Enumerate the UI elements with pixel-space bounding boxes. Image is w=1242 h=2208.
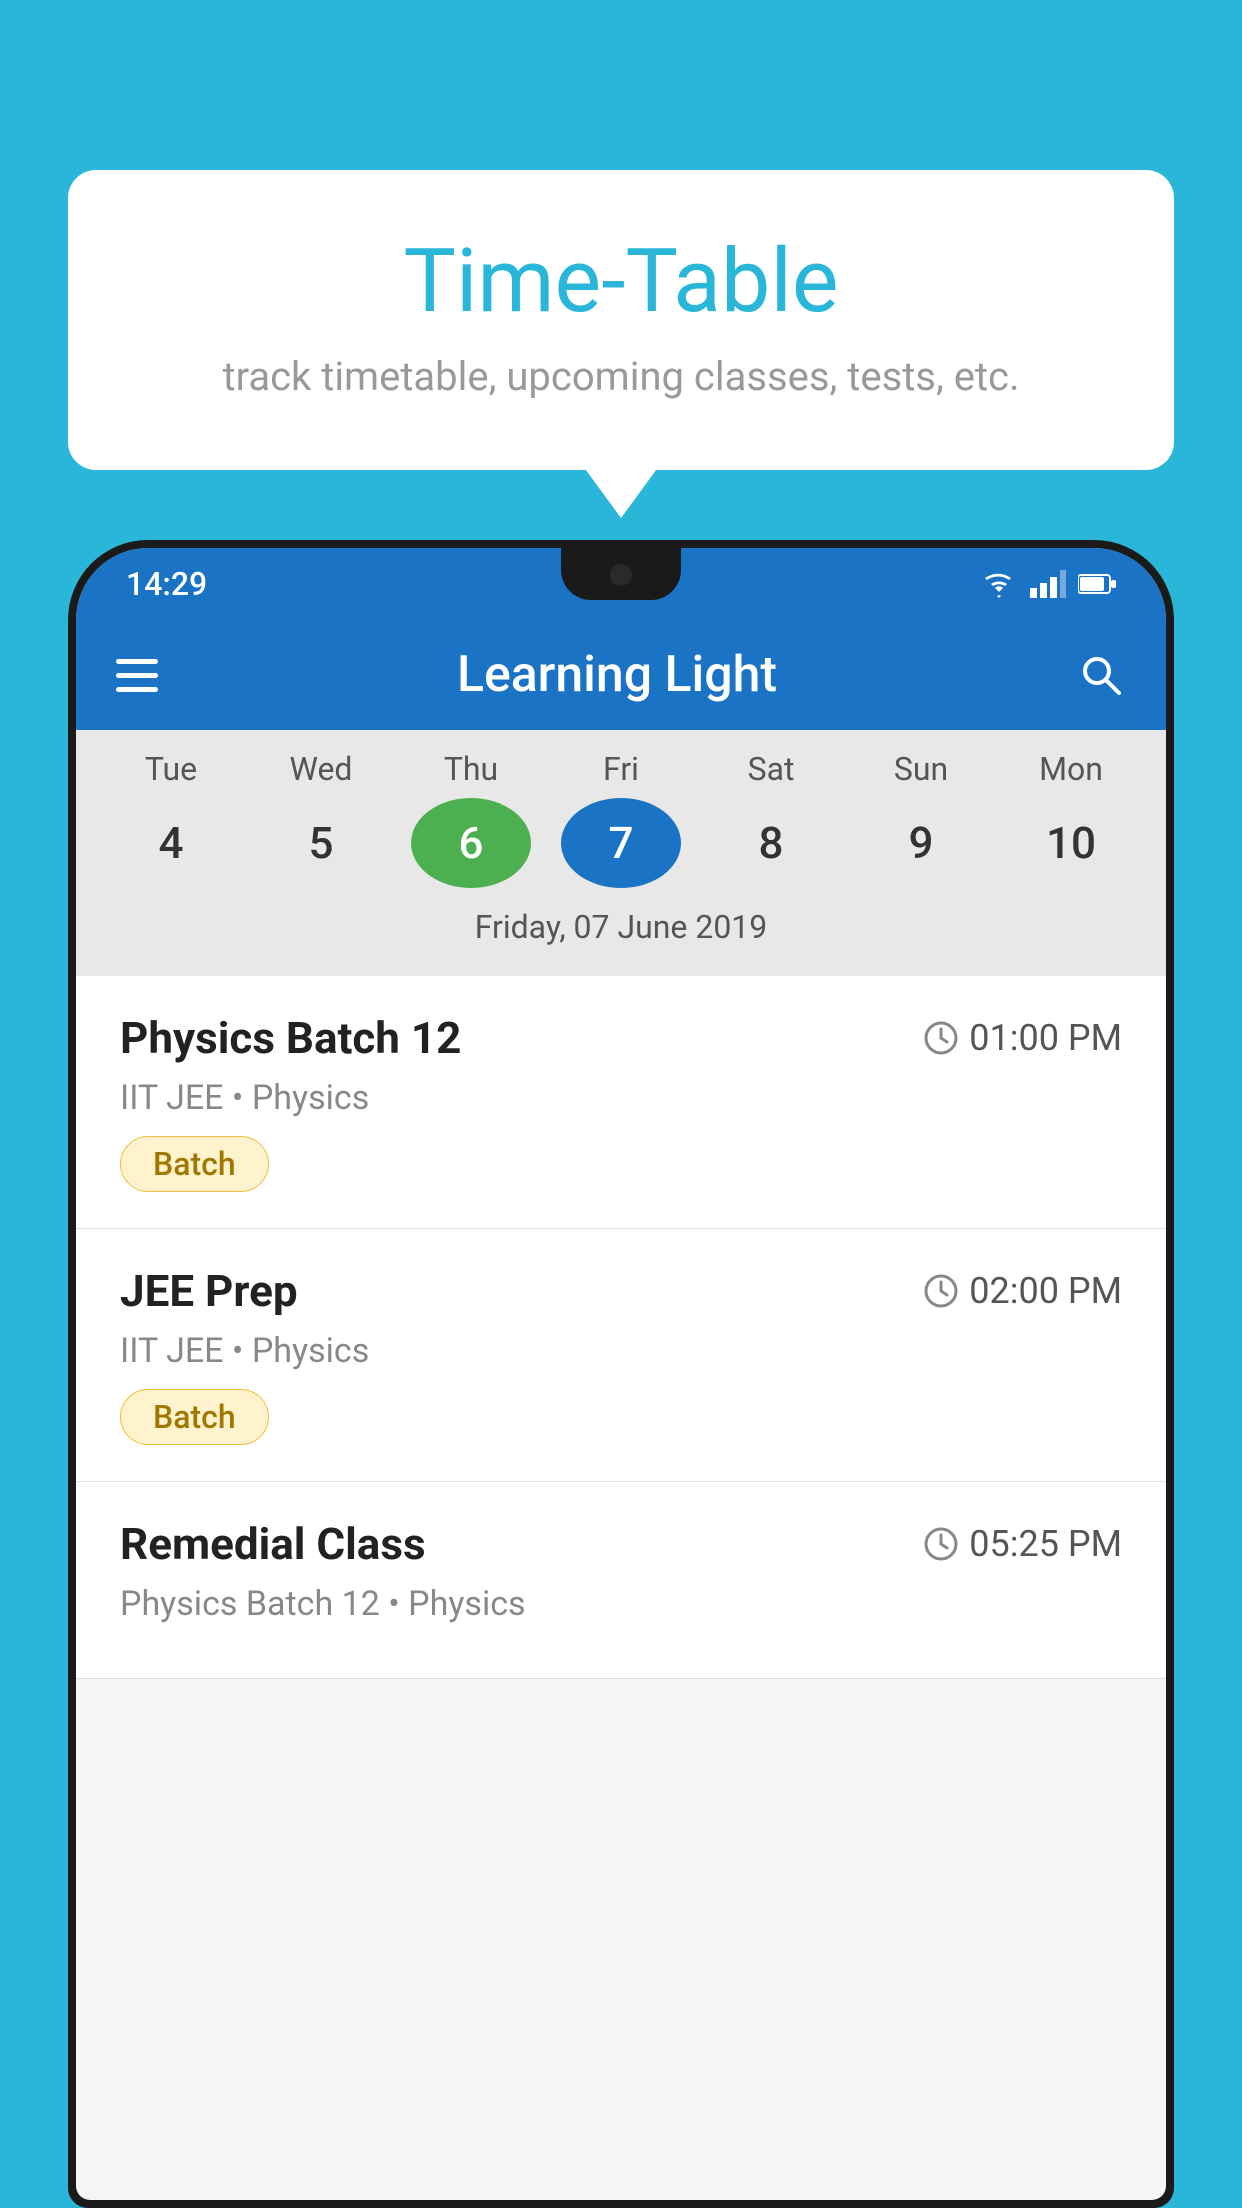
bubble-subtitle: track timetable, upcoming classes, tests…: [148, 353, 1094, 400]
status-icons: [980, 570, 1116, 598]
calendar-strip: Tue Wed Thu Fri Sat Sun Mon 456789 10 Friday, 0…: [76, 730, 1166, 976]
app-bar-title: Learning Light: [457, 646, 777, 704]
calendar-day-name: Sat: [711, 750, 831, 788]
calendar-day-number[interactable]: 4: [111, 798, 231, 888]
search-button[interactable]: [1076, 650, 1126, 700]
calendar-day-name: Fri: [561, 750, 681, 788]
speech-bubble-card: Time-Table track timetable, upcoming cla…: [68, 170, 1174, 470]
battery-icon: [1078, 573, 1116, 595]
schedule-item-subtitle: Physics Batch 12 • Physics: [120, 1584, 1122, 1624]
schedule-item-time: 01:00 PM: [923, 1017, 1122, 1059]
schedule-item-time: 02:00 PM: [923, 1270, 1122, 1312]
schedule-item-time: 05:25 PM: [923, 1523, 1122, 1565]
signal-icon: [1030, 570, 1066, 598]
calendar-day-number[interactable]: 5: [261, 798, 381, 888]
schedule-item-title: Remedial Class: [120, 1518, 426, 1570]
calendar-day-number[interactable]: 9: [861, 798, 981, 888]
phone-frame: 14:29: [68, 540, 1174, 2208]
hamburger-menu-icon[interactable]: [116, 659, 158, 692]
phone-inner: 14:29: [76, 548, 1166, 2200]
calendar-day-name: Thu: [411, 750, 531, 788]
schedule-item-header: JEE Prep 02:00 PM: [120, 1265, 1122, 1317]
selected-date-label: Friday, 07 June 2019: [76, 898, 1166, 966]
schedule-item-title: Physics Batch 12: [120, 1012, 461, 1064]
schedule-item-subtitle: IIT JEE • Physics: [120, 1331, 1122, 1371]
schedule-item-header: Remedial Class 05:25 PM: [120, 1518, 1122, 1570]
schedule-item[interactable]: Physics Batch 12 01:00 PM IIT JEE • Physic…: [76, 976, 1166, 1229]
wifi-icon: [980, 570, 1018, 598]
calendar-day-number[interactable]: 6: [411, 798, 531, 888]
schedule-item-subtitle: IIT JEE • Physics: [120, 1078, 1122, 1118]
status-bar: 14:29: [76, 548, 1166, 620]
calendar-day-number[interactable]: 7: [561, 798, 681, 888]
bubble-title: Time-Table: [148, 230, 1094, 333]
schedule-item[interactable]: JEE Prep 02:00 PM IIT JEE • Physics Batch: [76, 1229, 1166, 1482]
calendar-day-name: Sun: [861, 750, 981, 788]
schedule-item-header: Physics Batch 12 01:00 PM: [120, 1012, 1122, 1064]
calendar-day-number[interactable]: 10: [1011, 798, 1131, 888]
schedule-item-title: JEE Prep: [120, 1265, 298, 1317]
status-time: 14:29: [126, 565, 207, 603]
batch-badge: Batch: [120, 1136, 269, 1192]
day-names-row: Tue Wed Thu Fri Sat Sun Mon: [76, 750, 1166, 788]
calendar-day-number[interactable]: 8: [711, 798, 831, 888]
camera-dot: [610, 564, 632, 586]
calendar-day-name: Wed: [261, 750, 381, 788]
schedule-item[interactable]: Remedial Class 05:25 PM Physics Batch 12 •…: [76, 1482, 1166, 1679]
calendar-day-name: Mon: [1011, 750, 1131, 788]
clock-icon: [923, 1020, 959, 1056]
batch-badge: Batch: [120, 1389, 269, 1445]
notch: [561, 548, 681, 600]
day-numbers-row: 456789 10: [76, 788, 1166, 898]
calendar-day-name: Tue: [111, 750, 231, 788]
clock-icon: [923, 1273, 959, 1309]
schedule-list: Physics Batch 12 01:00 PM IIT JEE • Physic…: [76, 976, 1166, 1679]
clock-icon: [923, 1526, 959, 1562]
app-bar: Learning Light: [76, 620, 1166, 730]
